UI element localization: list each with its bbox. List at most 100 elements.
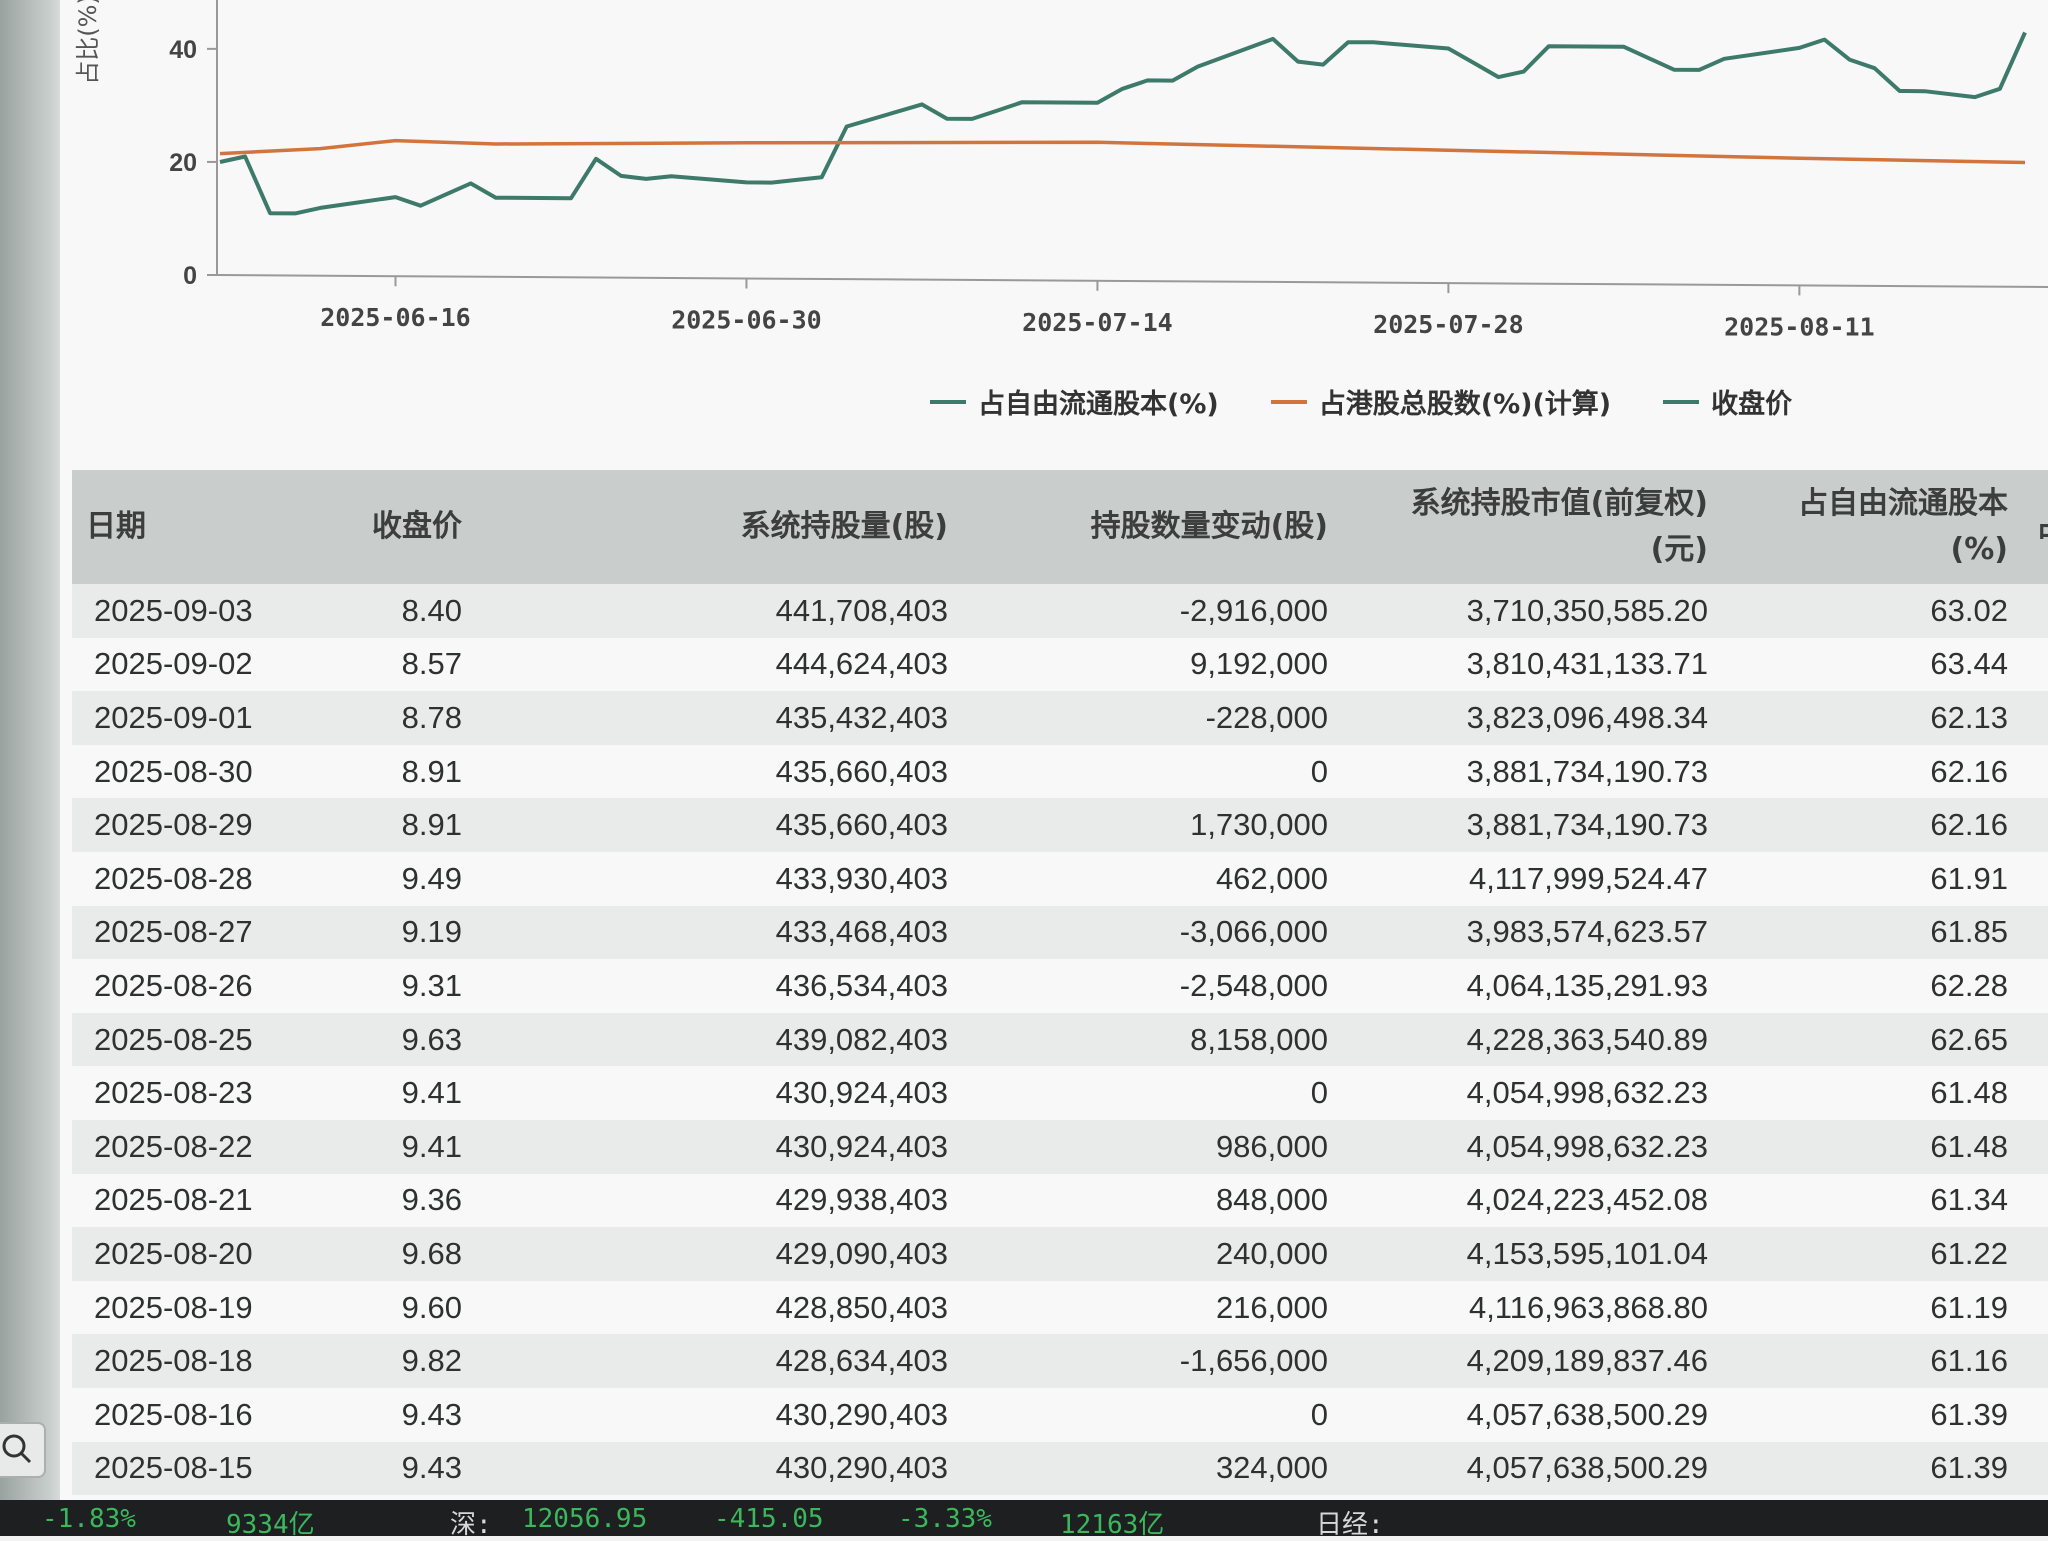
- market-status-bar: -1.83%9334亿深:12056.95-415.05-3.33%12163亿…: [0, 1500, 2048, 1536]
- cell-market-value: 4,228,363,540.89: [1342, 1013, 1722, 1067]
- legend-swatch: [930, 400, 966, 404]
- cell-free-float-pct: 61.34: [1722, 1174, 2022, 1228]
- column-header-change-shares[interactable]: 持股数量变动(股): [962, 470, 1342, 584]
- table-row[interactable]: 2025-08-259.63439,082,4038,158,0004,228,…: [72, 1013, 2048, 1067]
- table-row[interactable]: 2025-08-269.31436,534,403-2,548,0004,064…: [72, 959, 2048, 1013]
- cell-change-shares: 462,000: [962, 852, 1342, 906]
- table-row[interactable]: 2025-08-229.41430,924,403986,0004,054,99…: [72, 1120, 2048, 1174]
- cell-free-float-pct: 62.13: [1722, 691, 2022, 745]
- y-axis-title: 占比(%): [74, 0, 102, 85]
- legend-swatch: [1663, 400, 1699, 404]
- cell-change-shares: 986,000: [962, 1120, 1342, 1174]
- cell-close-price: 9.31: [332, 959, 542, 1013]
- cell-hk-pct: [2022, 1066, 2048, 1120]
- column-header-market-value[interactable]: 系统持股市值(前复权)(元): [1342, 470, 1722, 584]
- cell-change-shares: 0: [962, 745, 1342, 799]
- column-header-date[interactable]: 日期: [72, 470, 332, 584]
- table-row[interactable]: 2025-08-159.43430,290,403324,0004,057,63…: [72, 1442, 2048, 1496]
- cell-holding-shares: 435,660,403: [542, 745, 962, 799]
- table-row[interactable]: 2025-09-028.57444,624,4039,192,0003,810,…: [72, 638, 2048, 692]
- cell-market-value: 4,209,189,837.46: [1342, 1334, 1722, 1388]
- legend-item-hk-total[interactable]: 占港股总股数(%)(计算): [1271, 382, 1611, 421]
- cell-market-value: 4,153,595,101.04: [1342, 1227, 1722, 1281]
- legend-item-close-price[interactable]: 收盘价: [1663, 382, 1792, 421]
- cell-date: 2025-08-29: [72, 798, 332, 852]
- cell-close-price: 9.43: [332, 1388, 542, 1442]
- cell-date: 2025-08-22: [72, 1120, 332, 1174]
- cell-market-value: 4,117,999,524.47: [1342, 852, 1722, 906]
- cell-change-shares: 0: [962, 1388, 1342, 1442]
- table-row[interactable]: 2025-08-169.43430,290,40304,057,638,500.…: [72, 1388, 2048, 1442]
- table-row[interactable]: 2025-08-219.36429,938,403848,0004,024,22…: [72, 1174, 2048, 1228]
- cell-market-value: 3,881,734,190.73: [1342, 798, 1722, 852]
- cell-holding-shares: 428,850,403: [542, 1281, 962, 1335]
- table-row[interactable]: 2025-08-209.68429,090,403240,0004,153,59…: [72, 1227, 2048, 1281]
- cell-date: 2025-08-18: [72, 1334, 332, 1388]
- y-tick-label: 20: [169, 149, 197, 177]
- table-row[interactable]: 2025-09-038.40441,708,403-2,916,0003,710…: [72, 584, 2048, 638]
- cell-free-float-pct: 63.02: [1722, 584, 2022, 638]
- cell-close-price: 9.82: [332, 1334, 542, 1388]
- search-icon: [0, 1424, 40, 1472]
- status-item: 9334亿: [226, 1504, 315, 1541]
- cell-close-price: 9.19: [332, 906, 542, 960]
- legend-label: 占港股总股数(%)(计算): [1319, 382, 1611, 421]
- table-row[interactable]: 2025-08-289.49433,930,403462,0004,117,99…: [72, 852, 2048, 906]
- cell-free-float-pct: 62.16: [1722, 798, 2022, 852]
- cell-holding-shares: 435,660,403: [542, 798, 962, 852]
- cell-change-shares: 0: [962, 1066, 1342, 1120]
- cell-free-float-pct: 61.16: [1722, 1334, 2022, 1388]
- table-row[interactable]: 2025-08-199.60428,850,403216,0004,116,96…: [72, 1281, 2048, 1335]
- cell-holding-shares: 436,534,403: [542, 959, 962, 1013]
- cell-free-float-pct: 61.39: [1722, 1388, 2022, 1442]
- status-item: -3.33%: [898, 1504, 992, 1534]
- table-row[interactable]: 2025-08-189.82428,634,403-1,656,0004,209…: [72, 1334, 2048, 1388]
- cell-free-float-pct: 62.16: [1722, 745, 2022, 799]
- cell-market-value: 4,054,998,632.23: [1342, 1120, 1722, 1174]
- cell-free-float-pct: 61.22: [1722, 1227, 2022, 1281]
- column-header-free-float-pct[interactable]: 占自由流通股本(%): [1722, 470, 2022, 584]
- cell-holding-shares: 430,924,403: [542, 1120, 962, 1174]
- cell-free-float-pct: 61.48: [1722, 1066, 2022, 1120]
- cell-holding-shares: 428,634,403: [542, 1334, 962, 1388]
- cell-hk-pct: [2022, 959, 2048, 1013]
- cell-holding-shares: 429,090,403: [542, 1227, 962, 1281]
- table-row[interactable]: 2025-08-308.91435,660,40303,881,734,190.…: [72, 745, 2048, 799]
- cell-holding-shares: 441,708,403: [542, 584, 962, 638]
- cell-holding-shares: 433,468,403: [542, 906, 962, 960]
- table-row[interactable]: 2025-09-018.78435,432,403-228,0003,823,0…: [72, 691, 2048, 745]
- cell-change-shares: -2,548,000: [962, 959, 1342, 1013]
- holdings-table: 日期 收盘价 系统持股量(股) 持股数量变动(股) 系统持股市值(前复权)(元)…: [72, 470, 2048, 1495]
- cell-change-shares: -228,000: [962, 691, 1342, 745]
- x-tick-label: 2025-06-30: [671, 306, 822, 335]
- cell-date: 2025-09-02: [72, 638, 332, 692]
- column-header-hk-pct[interactable]: 占港: [2022, 470, 2048, 584]
- cell-hk-pct: [2022, 1174, 2048, 1228]
- x-tick-label: 2025-07-14: [1022, 308, 1173, 337]
- column-header-close-price[interactable]: 收盘价: [332, 470, 542, 584]
- legend-item-free-float[interactable]: 占自由流通股本(%): [930, 382, 1219, 421]
- holdings-table-container: 日期 收盘价 系统持股量(股) 持股数量变动(股) 系统持股市值(前复权)(元)…: [72, 470, 2048, 1495]
- cell-market-value: 3,710,350,585.20: [1342, 584, 1722, 638]
- cell-hk-pct: [2022, 1334, 2048, 1388]
- cell-hk-pct: [2022, 1227, 2048, 1281]
- cell-holding-shares: 430,290,403: [542, 1442, 962, 1496]
- legend-label: 收盘价: [1711, 382, 1792, 421]
- cell-change-shares: 8,158,000: [962, 1013, 1342, 1067]
- cell-date: 2025-08-20: [72, 1227, 332, 1281]
- table-row[interactable]: 2025-08-239.41430,924,40304,054,998,632.…: [72, 1066, 2048, 1120]
- cell-holding-shares: 430,924,403: [542, 1066, 962, 1120]
- cell-change-shares: 1,730,000: [962, 798, 1342, 852]
- table-row[interactable]: 2025-08-279.19433,468,403-3,066,0003,983…: [72, 906, 2048, 960]
- search-button[interactable]: [0, 1422, 46, 1478]
- table-row[interactable]: 2025-08-298.91435,660,4031,730,0003,881,…: [72, 798, 2048, 852]
- cell-holding-shares: 430,290,403: [542, 1388, 962, 1442]
- y-tick-label: 40: [169, 36, 197, 64]
- cell-holding-shares: 444,624,403: [542, 638, 962, 692]
- cell-date: 2025-08-27: [72, 906, 332, 960]
- cell-date: 2025-08-21: [72, 1174, 332, 1228]
- column-header-holding-shares[interactable]: 系统持股量(股): [542, 470, 962, 584]
- cell-close-price: 9.60: [332, 1281, 542, 1335]
- cell-hk-pct: [2022, 852, 2048, 906]
- cell-date: 2025-08-28: [72, 852, 332, 906]
